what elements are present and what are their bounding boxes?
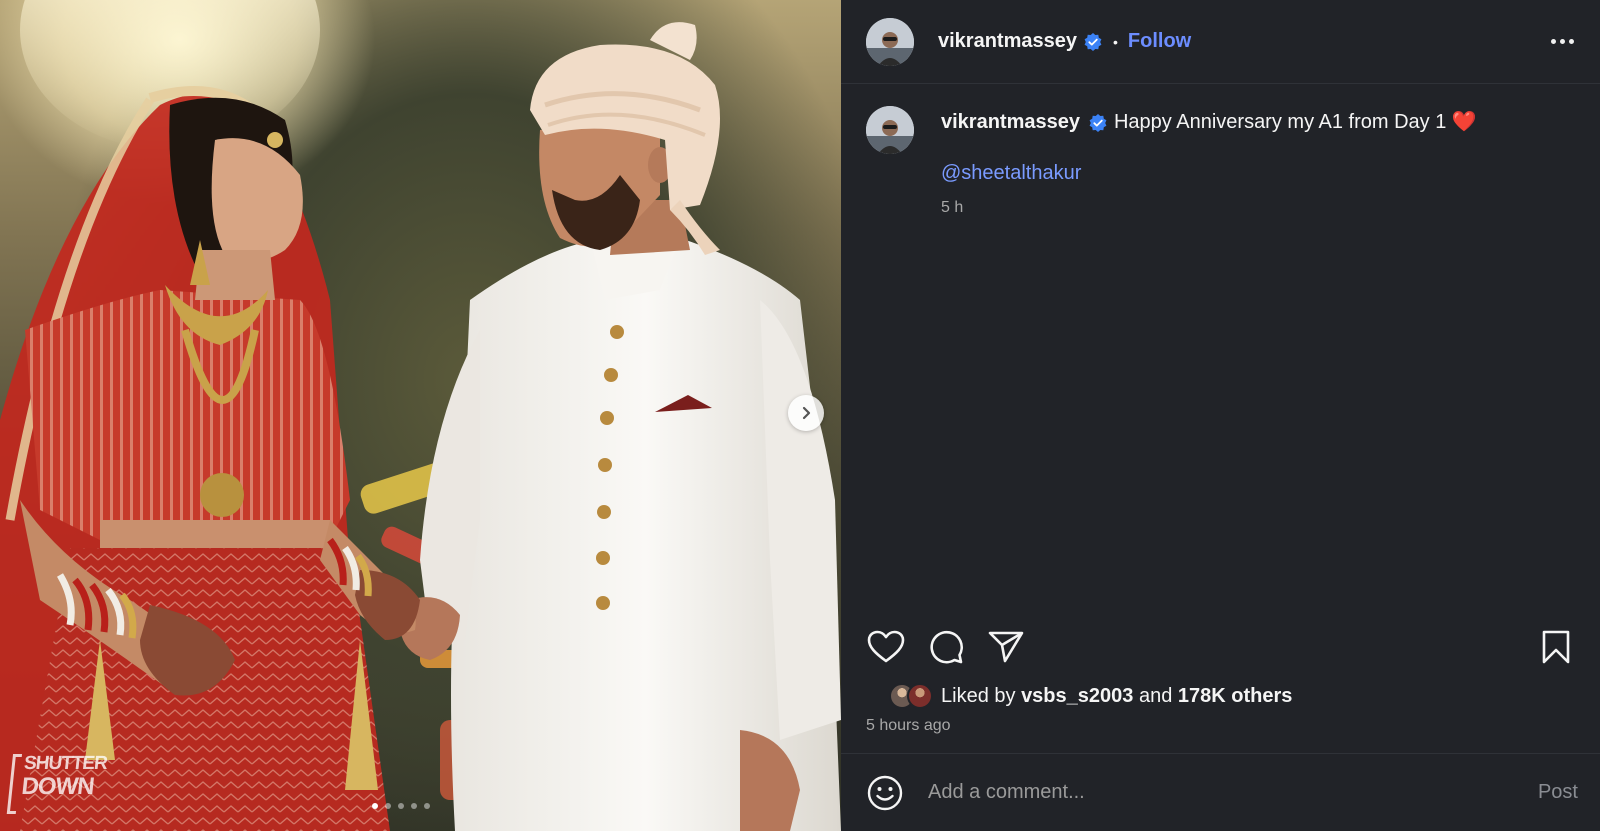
post-timestamp: 5 hours ago: [866, 717, 951, 734]
likes-prefix: Liked by: [941, 684, 1016, 707]
separator-dot: •: [1112, 33, 1118, 50]
caption-timestamp: 5 h: [941, 199, 964, 216]
post-comment-button[interactable]: Post: [1538, 781, 1578, 804]
avatar: [907, 683, 933, 709]
carousel-dot: [411, 803, 417, 809]
post-caption: vikrantmassey Happy Anniversary my A1 fr…: [841, 84, 1600, 217]
comment-composer: Post: [841, 753, 1600, 831]
follow-button[interactable]: Follow: [1128, 30, 1191, 53]
caption-text: Happy Anniversary my A1 from Day 1: [1113, 111, 1447, 133]
save-button[interactable]: [1534, 625, 1578, 669]
emoji-button[interactable]: [866, 774, 904, 812]
mention-link[interactable]: @sheetalthakur: [941, 162, 1081, 185]
chevron-right-icon: [802, 406, 811, 420]
carousel-dot: [424, 803, 430, 809]
comment-input[interactable]: [926, 780, 1538, 805]
verified-badge-icon: [1084, 32, 1102, 51]
likes-summary: Liked by vsbs_s2003 and 178K others: [841, 673, 1600, 709]
likes-and: and: [1138, 684, 1173, 707]
caption-username[interactable]: vikrantmassey: [941, 111, 1080, 133]
carousel-next-button[interactable]: [788, 395, 824, 431]
heart-icon: [867, 630, 905, 663]
liker-avatars: [889, 683, 933, 709]
bookmark-icon: [1542, 630, 1570, 664]
share-button[interactable]: [984, 625, 1028, 669]
post-actions: [841, 621, 1600, 673]
avatar-image: [866, 17, 914, 66]
emoji-smiley-icon: [867, 775, 903, 810]
comment-button[interactable]: [924, 625, 968, 669]
likes-count-link[interactable]: 178K others: [1178, 685, 1293, 708]
avatar[interactable]: [866, 106, 914, 154]
comment-bubble-icon: [930, 630, 963, 664]
liked-by-user-link[interactable]: vsbs_s2003: [1021, 685, 1133, 708]
avatar[interactable]: [866, 17, 914, 66]
username-link[interactable]: vikrantmassey: [938, 30, 1077, 53]
post-media: SHUTTER DOWN: [0, 0, 841, 831]
carousel-dot: [398, 803, 404, 809]
avatar-image: [866, 106, 914, 154]
post-viewer: SHUTTER DOWN vikrantmassey • Follow vikr…: [0, 0, 1600, 831]
carousel-dot: [372, 803, 378, 809]
photographer-watermark: SHUTTER DOWN: [6, 752, 108, 814]
heart-emoji: ❤️: [1451, 111, 1477, 133]
like-button[interactable]: [864, 625, 908, 669]
post-header: vikrantmassey • Follow: [841, 0, 1600, 84]
caption-line: vikrantmassey Happy Anniversary my A1 fr…: [941, 108, 1580, 136]
verified-badge-icon: [1089, 113, 1107, 132]
more-options-icon[interactable]: [1547, 31, 1578, 52]
carousel-indicator: [372, 803, 430, 809]
carousel-dot: [385, 803, 391, 809]
post-photo: [0, 0, 841, 831]
post-details-panel: vikrantmassey • Follow vikrantmassey Hap…: [841, 0, 1600, 831]
paper-plane-icon: [988, 631, 1024, 663]
